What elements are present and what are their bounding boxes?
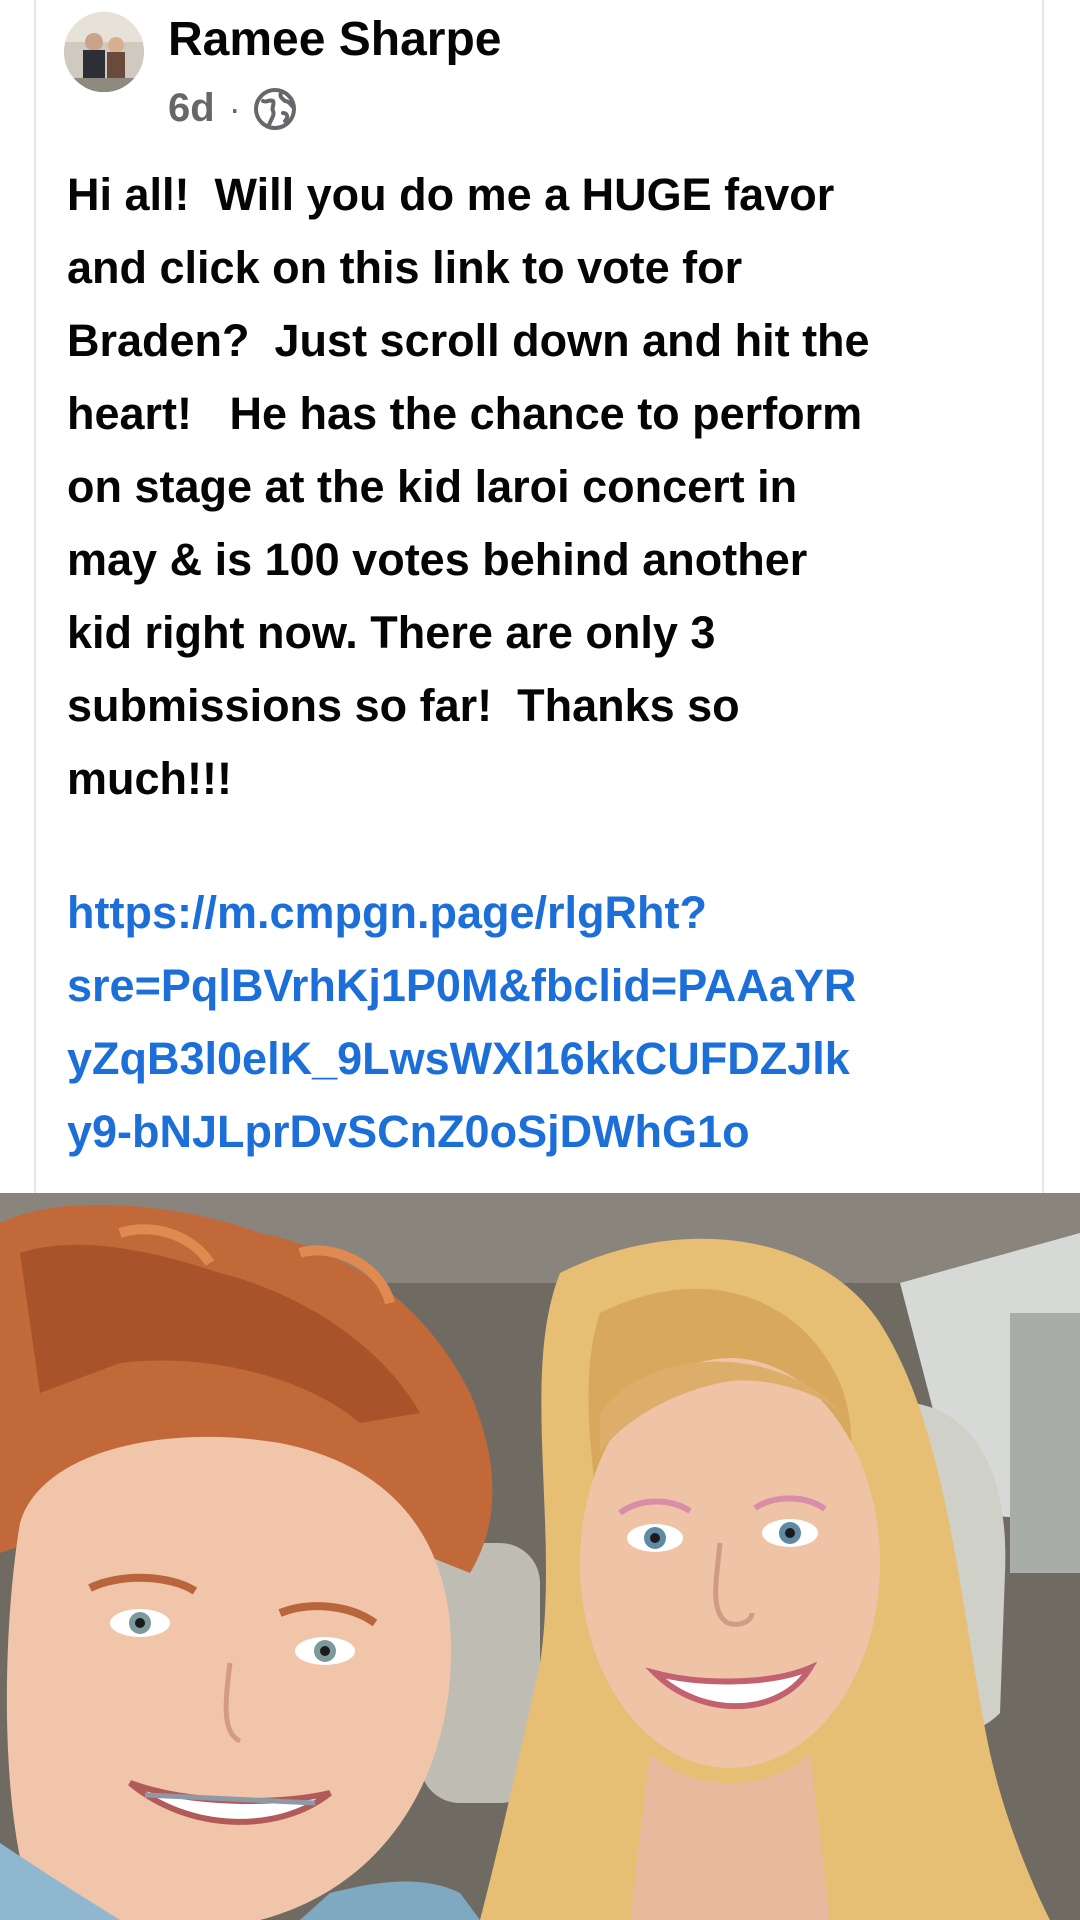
post-text-line: Braden? Just scroll down and hit the [67,315,870,366]
globe-icon [253,87,297,131]
post-text-line: may & is 100 votes behind another [67,534,808,585]
author-name[interactable]: Ramee Sharpe [168,12,502,67]
post-text-line: on stage at the kid laroi concert in [67,461,798,512]
vote-link[interactable]: https://m.cmpgn.page/rlgRht? sre=PqlBVrh… [67,876,1027,1168]
post-photo[interactable] [0,1193,1080,1920]
post-meta: 6d · [168,86,297,131]
facebook-post-screen: Ramee Sharpe 6d · Hi all! Will you do me… [0,0,1080,1920]
meta-separator: · [228,87,241,129]
post-text-line: heart! He has the chance to perform [67,388,863,439]
post-text-line: and click on this link to vote for [67,242,743,293]
link-text-line[interactable]: sre=PqlBVrhKj1P0M&fbclid=PAAaYR [67,949,1027,1022]
post-text-line: much!!! [67,753,232,804]
post-text-line: submissions so far! Thanks so [67,680,740,731]
link-text-line[interactable]: yZqB3l0elK_9LwsWXl16kkCUFDZJlk [67,1022,1027,1095]
author-avatar[interactable] [64,12,144,92]
post-timestamp[interactable]: 6d [168,86,215,131]
post-text-line: kid right now. There are only 3 [67,607,716,658]
post-text-line: Hi all! Will you do me a HUGE favor [67,169,835,220]
post-body-text: Hi all! Will you do me a HUGE favor and … [67,158,1027,815]
link-text-line[interactable]: y9-bNJLprDvSCnZ0oSjDWhG1o [67,1095,1027,1168]
link-text-line[interactable]: https://m.cmpgn.page/rlgRht? [67,876,1027,949]
